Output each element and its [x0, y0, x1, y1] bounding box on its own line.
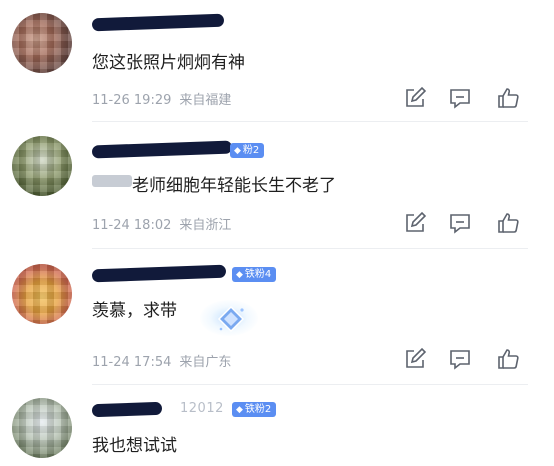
avatar[interactable] [12, 13, 72, 73]
diamond-icon: ◆ [234, 146, 241, 156]
comment-text-prefix-redacted [92, 175, 132, 187]
fan-level-badge: ◆ 粉2 [230, 143, 265, 158]
comment-item: 您这张照片炯炯有神 11-26 19:29 来自福建 [0, 0, 554, 122]
edit-icon[interactable] [403, 86, 427, 110]
avatar[interactable] [12, 264, 72, 324]
badge-label: 铁粉4 [244, 269, 272, 280]
thumbs-up-icon[interactable] [496, 211, 520, 235]
edit-icon[interactable] [403, 211, 427, 235]
diamond-icon: ◆ [236, 405, 243, 415]
reply-comment-icon[interactable] [448, 86, 472, 110]
divider [92, 248, 528, 249]
badge-label: 铁粉2 [244, 404, 272, 415]
divider [92, 121, 528, 122]
comment-date: 11-24 18:02 [92, 218, 172, 233]
comment-item: 12012 ◆ 铁粉2 我也想试试 [0, 388, 554, 466]
avatar-mosaic [12, 13, 72, 73]
comment-text: 您这张照片炯炯有神 [92, 53, 245, 73]
comment-text: 羡慕，求带 [92, 301, 177, 321]
comment-meta: 11-24 17:54 来自广东 [92, 351, 231, 370]
avatar[interactable] [12, 398, 72, 458]
fan-level-badge: ◆ 铁粉2 [232, 402, 277, 417]
thumbs-up-icon[interactable] [496, 86, 520, 110]
comment-date: 11-26 19:29 [92, 93, 172, 108]
comment-text: 老师细胞年轻能长生不老了 [132, 176, 336, 196]
avatar[interactable] [12, 136, 72, 196]
comment-location: 来自广东 [179, 355, 232, 370]
comment-date: 11-24 17:54 [92, 355, 172, 370]
reply-comment-icon[interactable] [448, 211, 472, 235]
sparkle-gem-sticker [216, 304, 246, 334]
comment-text: 我也想试试 [92, 436, 177, 456]
comment-item: ◆ 铁粉4 羡慕，求带 11-24 17:54 来自广东 [0, 252, 554, 387]
fan-level-badge: ◆ 铁粉4 [232, 267, 277, 282]
comment-location: 来自福建 [179, 93, 232, 108]
username-redacted[interactable] [91, 140, 233, 159]
comment-meta: 11-26 19:29 来自福建 [92, 89, 231, 108]
edit-icon[interactable] [403, 347, 427, 371]
comment-actions [398, 211, 528, 235]
avatar-mosaic [12, 136, 72, 196]
comment-actions [398, 347, 528, 371]
comment-location: 来自浙江 [179, 218, 232, 233]
comment-meta: 11-24 18:02 来自浙江 [92, 214, 231, 233]
username-redacted[interactable] [91, 401, 163, 418]
comment-actions [398, 86, 528, 110]
username-redacted[interactable] [91, 264, 227, 283]
comment-item: ◆ 粉2 老师细胞年轻能长生不老了 11-24 18:02 来自浙江 [0, 123, 554, 251]
reply-comment-icon[interactable] [448, 347, 472, 371]
divider [92, 384, 528, 385]
avatar-mosaic [12, 264, 72, 324]
username-redacted[interactable] [91, 13, 225, 32]
avatar-mosaic [12, 398, 72, 458]
thumbs-up-icon[interactable] [496, 347, 520, 371]
username-visible-suffix: 12012 [180, 401, 224, 416]
diamond-icon: ◆ [236, 270, 243, 280]
badge-label: 粉2 [242, 145, 260, 156]
